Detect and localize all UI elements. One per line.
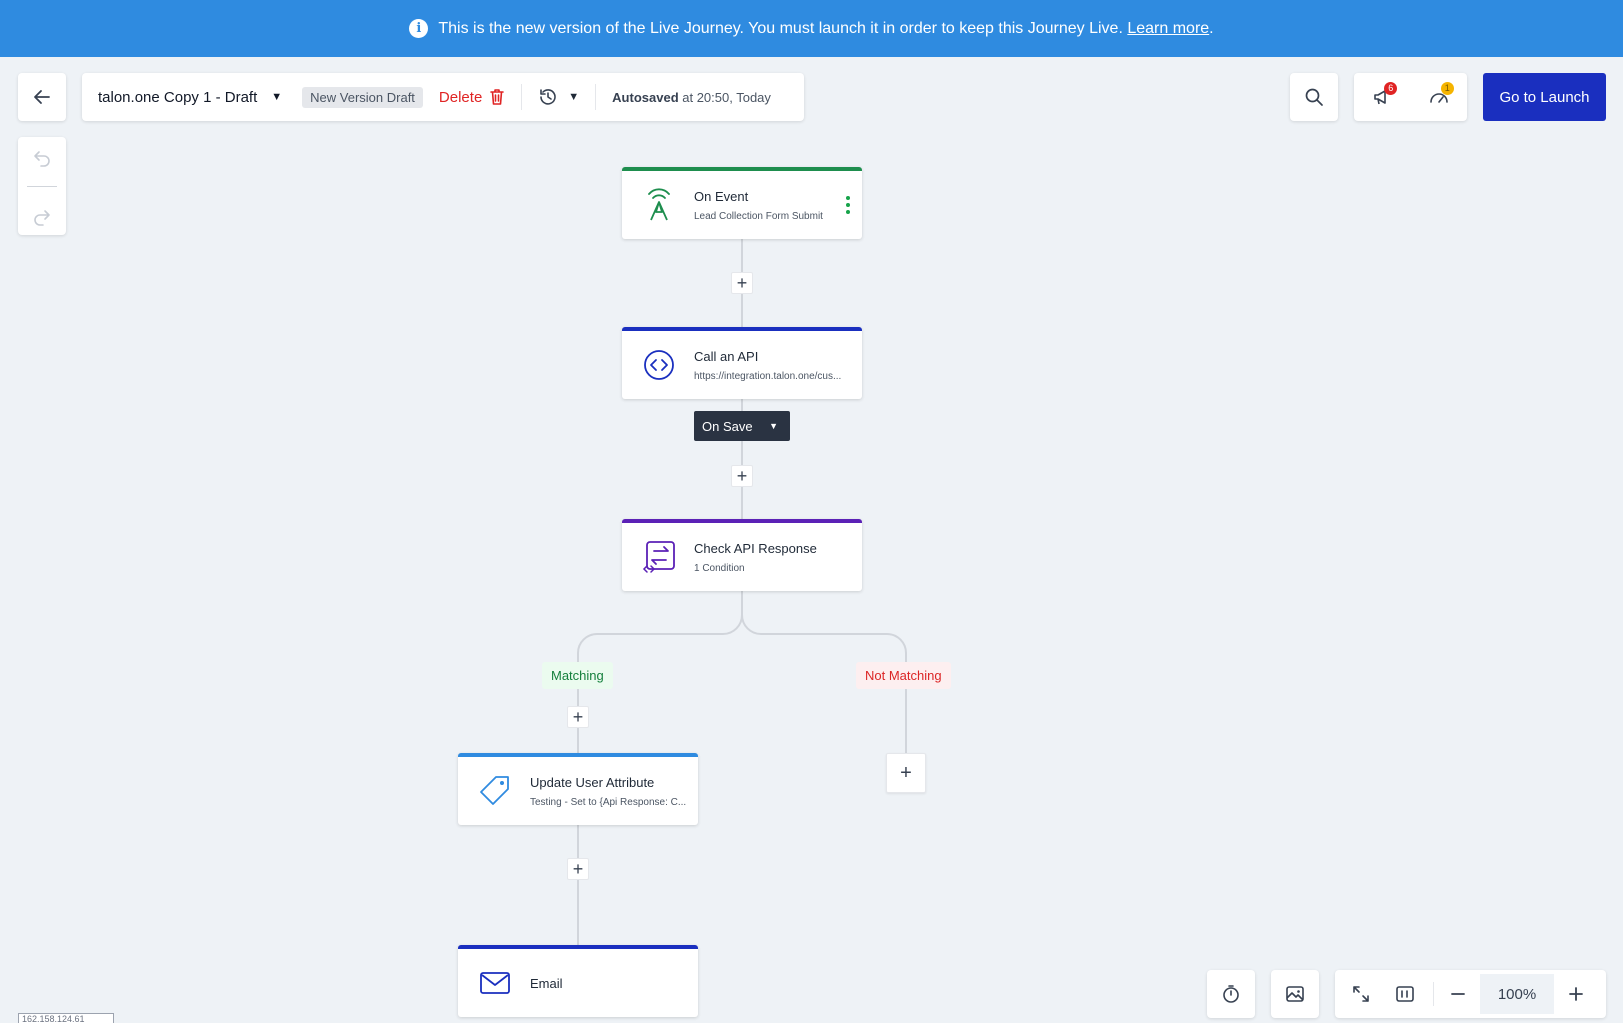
node-email[interactable]: Email xyxy=(458,945,698,1017)
expand-icon xyxy=(1353,986,1369,1002)
canvas-zoom-toolbar: 100% xyxy=(1335,970,1606,1018)
node-menu-icon[interactable] xyxy=(846,196,850,214)
panel-icon xyxy=(1396,986,1414,1002)
code-icon xyxy=(642,348,676,382)
on-save-label: On Save xyxy=(702,418,753,434)
add-step-button[interactable]: + xyxy=(731,272,753,294)
tag-icon xyxy=(478,774,512,808)
split-icon xyxy=(642,540,676,574)
node-title: Check API Response xyxy=(694,540,817,556)
envelope-icon xyxy=(478,966,512,1000)
node-update-user-attribute[interactable]: Update User Attribute Testing - Set to {… xyxy=(458,753,698,825)
node-subtitle: Lead Collection Form Submit xyxy=(694,210,823,222)
branch-label-not-matching: Not Matching xyxy=(856,662,951,689)
add-step-button[interactable]: + xyxy=(731,465,753,487)
timer-button[interactable] xyxy=(1207,970,1255,1018)
node-title: Email xyxy=(530,975,563,991)
minimap-button[interactable] xyxy=(1383,974,1427,1014)
node-check-api-response[interactable]: Check API Response 1 Condition xyxy=(622,519,862,591)
zoom-out-button[interactable] xyxy=(1440,974,1476,1014)
broadcast-icon xyxy=(642,188,676,222)
add-step-button[interactable]: + xyxy=(567,858,589,880)
node-call-api[interactable]: Call an API https://integration.talon.on… xyxy=(622,327,862,399)
node-title: Call an API xyxy=(694,348,759,364)
node-on-event[interactable]: On Event Lead Collection Form Submit xyxy=(622,167,862,239)
image-icon xyxy=(1286,986,1304,1002)
caret-down-icon: ▼ xyxy=(769,421,778,431)
branch-label-matching: Matching xyxy=(542,662,613,689)
plus-icon xyxy=(1569,987,1583,1001)
toolbar-separator xyxy=(1433,982,1434,1006)
node-subtitle: 1 Condition xyxy=(694,562,745,574)
export-image-button[interactable] xyxy=(1271,970,1319,1018)
ip-address-tag: 162.158.124.61 xyxy=(18,1013,114,1023)
minus-icon xyxy=(1451,993,1465,995)
zoom-level: 100% xyxy=(1480,974,1554,1014)
timer-icon xyxy=(1223,985,1239,1003)
fit-to-screen-button[interactable] xyxy=(1339,974,1383,1014)
node-subtitle: https://integration.talon.one/cus... xyxy=(694,370,842,382)
add-step-button[interactable]: + xyxy=(567,706,589,728)
flow-connectors xyxy=(577,239,907,945)
add-step-button[interactable]: + xyxy=(886,753,926,793)
node-subtitle: Testing - Set to {Api Response: C... xyxy=(530,796,687,808)
node-title: Update User Attribute xyxy=(530,774,655,790)
zoom-in-button[interactable] xyxy=(1558,974,1594,1014)
on-save-dropdown[interactable]: On Save ▼ xyxy=(694,411,790,441)
node-title: On Event xyxy=(694,188,749,204)
